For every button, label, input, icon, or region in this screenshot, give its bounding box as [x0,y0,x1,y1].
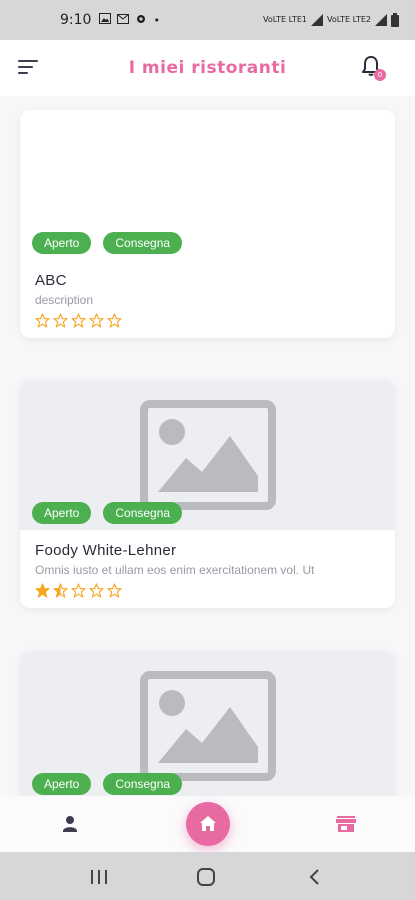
dot-icon: • [153,13,160,27]
restaurant-list[interactable]: Aperto Consegna ABC description Aperto C… [0,96,415,796]
gear-icon [135,13,147,28]
signal-icon-2 [375,14,387,26]
notifications-button[interactable]: 0 [359,54,387,82]
tag-open: Aperto [32,773,92,795]
status-bar: 9:10 • VoLTE LTE1 VoLTE LTE2 [0,0,415,40]
notification-badge: 0 [374,69,386,81]
store-icon[interactable] [334,812,358,836]
bottom-navigation [0,796,415,852]
restaurant-description: Omnis iusto et ullam eos enim exercitati… [35,563,315,577]
restaurant-image: Aperto Consegna [20,651,395,796]
restaurant-description: description [35,293,94,307]
star-icon [71,313,86,328]
app-bar: I miei ristoranti 0 [0,40,415,96]
restaurant-card[interactable]: Aperto Consegna [20,651,395,796]
restaurant-card[interactable]: Aperto Consegna Foody White-Lehner Omnis… [20,380,395,608]
tag-delivery: Consegna [103,773,183,795]
restaurant-image: Aperto Consegna [20,110,395,260]
star-icon [53,583,68,598]
lte2-label: VoLTE LTE2 [327,15,371,24]
status-right: VoLTE LTE1 VoLTE LTE2 [263,13,399,27]
star-icon [107,313,122,328]
status-time: 9:10 [60,12,92,28]
star-icon [107,583,122,598]
profile-icon[interactable] [60,814,80,834]
tag-open: Aperto [32,502,92,524]
star-icon [89,583,104,598]
status-icons: • [99,13,160,28]
tag-open: Aperto [32,232,92,254]
restaurant-name: Foody White-Lehner [35,542,177,559]
signal-icon [311,14,324,26]
battery-icon [391,13,399,27]
home-button[interactable] [186,802,230,846]
menu-icon[interactable] [18,58,40,76]
tag-list: Aperto Consegna [32,773,183,795]
lte1-label: VoLTE LTE1 [263,15,308,24]
star-icon [89,313,104,328]
star-icon [35,313,50,328]
star-icon [35,583,50,598]
page-title: I miei ristoranti [128,58,287,78]
recent-apps-icon[interactable] [90,869,108,885]
rating-stars [35,583,380,598]
star-icon [53,313,68,328]
rating-stars [35,313,380,328]
image-placeholder-icon [140,400,276,510]
restaurant-name: ABC [35,272,67,289]
tag-delivery: Consegna [103,502,183,524]
star-icon [71,583,86,598]
mail-icon [117,13,130,27]
home-icon [200,816,216,831]
restaurant-card[interactable]: Aperto Consegna ABC description [20,110,395,338]
system-nav-bar [0,852,415,900]
image-placeholder-icon [140,671,276,781]
restaurant-image: Aperto Consegna [20,380,395,530]
tag-delivery: Consegna [103,232,183,254]
tag-list: Aperto Consegna [32,232,183,254]
image-icon [99,13,112,27]
tag-list: Aperto Consegna [32,502,183,524]
back-icon[interactable] [306,868,324,886]
system-home-icon[interactable] [197,868,215,886]
